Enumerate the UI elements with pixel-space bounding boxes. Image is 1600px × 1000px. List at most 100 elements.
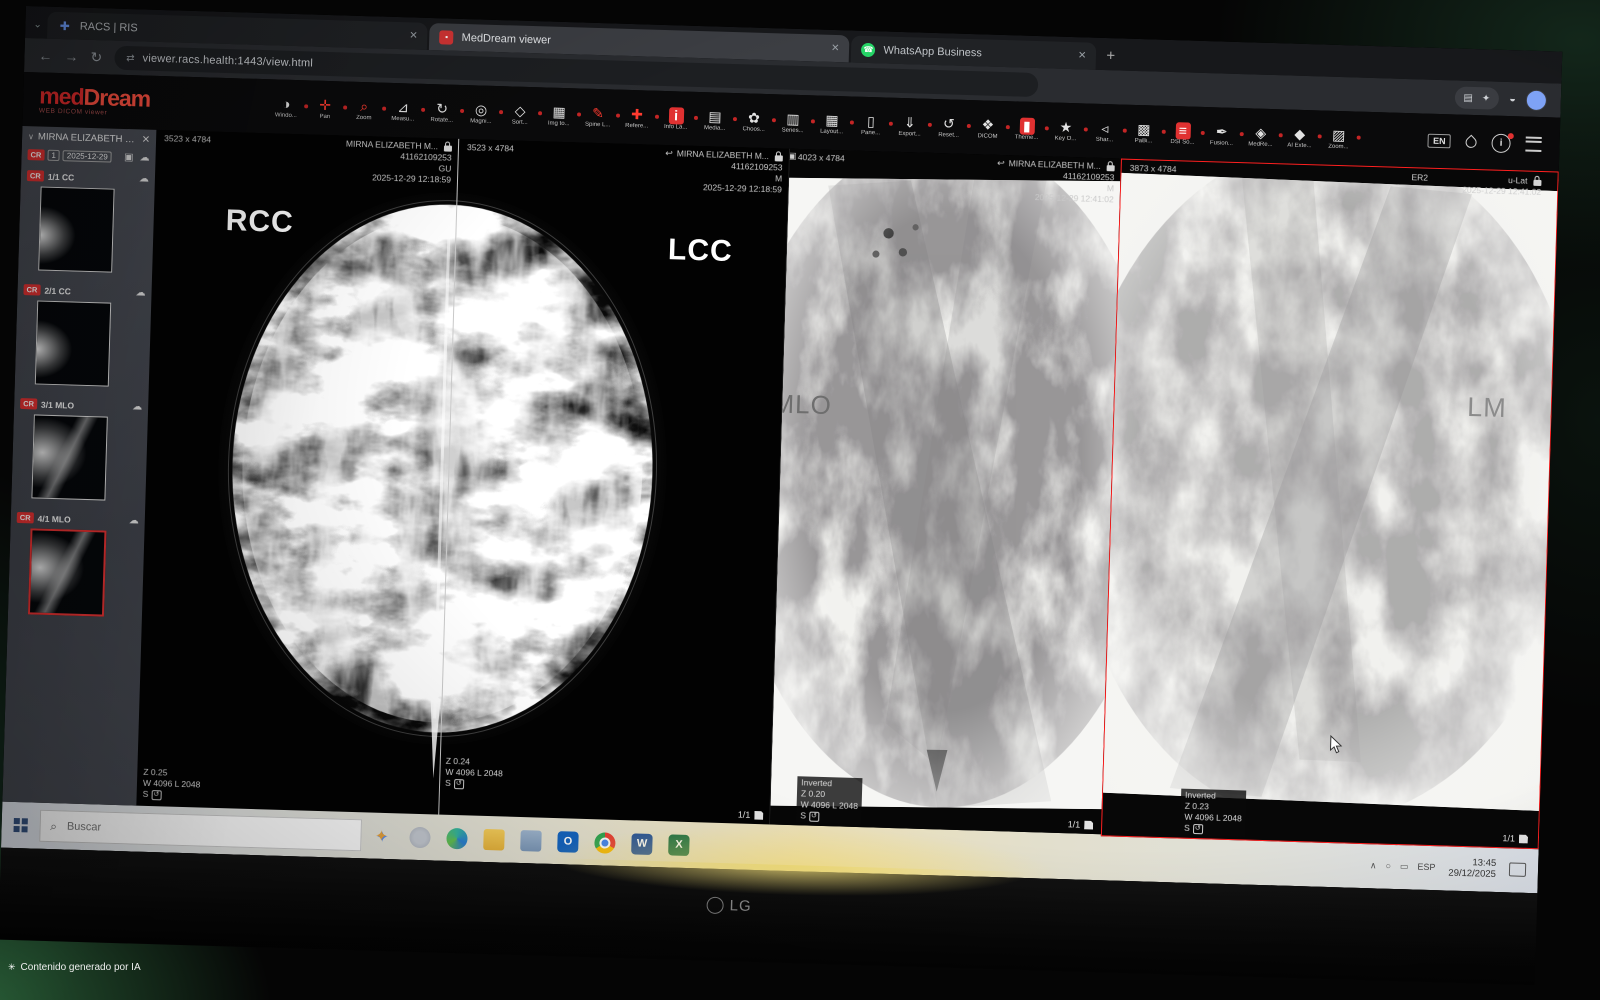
save-icon[interactable]: [1519, 834, 1528, 843]
toolbar-tool-button[interactable]: ▥ Series...: [776, 110, 811, 134]
taskbar-app-icon[interactable]: O: [557, 831, 579, 853]
taskbar-app-icon[interactable]: [594, 832, 616, 854]
theme-droplet-icon[interactable]: [1463, 134, 1479, 150]
reset-view-icon[interactable]: ↺: [454, 779, 464, 789]
reset-view-icon[interactable]: ↺: [151, 790, 161, 800]
reset-view-icon[interactable]: ↺: [809, 811, 819, 821]
toolbar-tool-button[interactable]: ✎ Spine L...: [581, 104, 616, 128]
taskbar-app-icon[interactable]: [446, 827, 468, 849]
tab-close-icon[interactable]: ✕: [409, 30, 418, 41]
extension-icon[interactable]: ◒: [1509, 93, 1516, 105]
collapse-chevron-icon[interactable]: ∨: [28, 132, 34, 141]
start-button[interactable]: [13, 818, 27, 832]
search-input[interactable]: [65, 820, 351, 842]
series-item[interactable]: CR 1/1 CC ☁: [18, 166, 155, 284]
series-thumbnail[interactable]: [31, 414, 107, 500]
series-item[interactable]: CR 2/1 CC ☁: [14, 280, 151, 398]
tray-status-icon[interactable]: ○: [1385, 861, 1391, 871]
toolbar-tool-button[interactable]: ✒ Fusion...: [1204, 123, 1239, 147]
toolbar-tool-button[interactable]: ▨ Zoom...: [1321, 126, 1356, 150]
clock[interactable]: 13:45 29/12/2025: [1448, 857, 1496, 880]
cloud-download-icon[interactable]: ☁: [139, 152, 149, 163]
keyboard-language[interactable]: ESP: [1417, 862, 1435, 873]
viewport-lcc[interactable]: 3523 x 4784 MIRNA ELIZABETH M... 4116210…: [439, 139, 790, 825]
toolbar-tool-button[interactable]: ◆ AI Exte...: [1282, 125, 1317, 149]
viewport-rmlo[interactable]: 4023 x 4784 ▣ MIRNA ELIZABETH M... 41162…: [770, 149, 1121, 835]
toolbar-tool-button[interactable]: ▦ Img to...: [542, 103, 577, 127]
toolbar-tool-button[interactable]: ⌕ Zoom: [347, 97, 382, 121]
tab-search-icon[interactable]: ⌄: [33, 19, 42, 30]
language-selector[interactable]: EN: [1428, 134, 1451, 149]
notification-center-icon[interactable]: [1509, 862, 1526, 876]
extension-icon[interactable]: ✦: [1482, 93, 1491, 104]
new-tab-button[interactable]: +: [1106, 47, 1115, 64]
taskbar-app-icon[interactable]: [520, 830, 542, 852]
series-item[interactable]: CR 3/1 MLO ☁: [11, 394, 148, 512]
toolbar-tool-button[interactable]: ▩ PaBi...: [1126, 120, 1161, 144]
toolbar-tool-button[interactable]: ◈ MedRe...: [1243, 124, 1278, 148]
toolbar-tool-button[interactable]: ↺ Reset...: [931, 114, 966, 138]
save-icon[interactable]: [1084, 820, 1093, 829]
toolbar-tool-button[interactable]: ★ Key O...: [1048, 118, 1083, 142]
info-icon[interactable]: i: [1491, 133, 1511, 153]
toolbar-tool-button[interactable]: ✚ Refere...: [620, 105, 655, 129]
site-info-icon[interactable]: ⇄: [126, 52, 135, 63]
tray-chevron-icon[interactable]: ∧: [1370, 860, 1377, 871]
toolbar-tool-button[interactable]: ◃ Shar...: [1087, 119, 1122, 143]
taskbar-search[interactable]: ⌕: [39, 810, 362, 852]
taskbar-app-icon[interactable]: X: [668, 834, 690, 856]
toolbar-tool-button[interactable]: ≡ DSI So...: [1165, 121, 1200, 145]
toolbar-tool-button[interactable]: ▤ Media...: [698, 107, 733, 131]
reload-icon[interactable]: ↻: [90, 48, 102, 65]
series-thumbnail[interactable]: [35, 300, 111, 386]
cloud-download-icon[interactable]: ☁: [139, 173, 149, 184]
cloud-download-icon[interactable]: ☁: [129, 515, 139, 526]
tab-close-icon[interactable]: ✕: [1078, 50, 1087, 61]
close-study-icon[interactable]: ✕: [142, 134, 151, 145]
tool-label: Sort...: [512, 119, 528, 125]
toolbar-tool-button[interactable]: ⇓ Export...: [893, 113, 928, 137]
menu-icon[interactable]: [1525, 136, 1541, 151]
tool-label: Layout...: [820, 128, 843, 135]
tool-icon: ◑: [282, 95, 291, 112]
toolbar-tool-button[interactable]: ◇ Sort...: [503, 102, 538, 126]
series-thumbnail[interactable]: [28, 528, 107, 616]
tray-status-icon[interactable]: ▭: [1400, 861, 1409, 872]
tool-icon: ✛: [319, 96, 331, 113]
tool-icon: ◎: [475, 101, 488, 118]
series-item[interactable]: CR 4/1 MLO ☁: [8, 508, 145, 628]
toolbar-tool-button[interactable]: ▮ Theme...: [1009, 117, 1044, 141]
toolbar-tool-button[interactable]: ↻ Rotate...: [425, 99, 460, 123]
toolbar-tool-button[interactable]: ❖ DICOM: [970, 116, 1005, 140]
tab-close-icon[interactable]: ✕: [831, 43, 840, 54]
taskbar-app-icon[interactable]: [483, 828, 505, 850]
toolbar-tool-button[interactable]: ✿ Choos...: [737, 109, 772, 133]
viewport-rcc[interactable]: 3523 x 4784 MIRNA ELIZABETH M... 4116210…: [136, 130, 459, 815]
extension-icon[interactable]: ▤: [1463, 92, 1473, 103]
profile-avatar[interactable]: [1526, 89, 1548, 111]
forward-icon[interactable]: →: [64, 48, 78, 64]
taskbar-apps: O W X: [409, 826, 689, 855]
toolbar-tool-button[interactable]: ▯ Pane...: [854, 112, 889, 136]
toolbar-tool-button[interactable]: i Info La...: [659, 106, 694, 130]
taskbar-app-icon[interactable]: W: [631, 833, 653, 855]
back-icon[interactable]: ←: [38, 47, 52, 63]
taskbar-app-icon[interactable]: [409, 826, 431, 848]
extensions-pill[interactable]: ▤ ✦: [1454, 86, 1499, 109]
tab-title: MedDream viewer: [461, 31, 823, 54]
reset-view-icon[interactable]: ↺: [1193, 823, 1203, 833]
viewport-lm-selected[interactable]: 3873 x 4784 ER2 u-Lat 2025-12-29 12:41:0…: [1101, 159, 1559, 850]
toolbar-tool-button[interactable]: ◎ Magni...: [464, 101, 499, 125]
cloud-download-icon[interactable]: ☁: [135, 287, 145, 298]
copilot-icon[interactable]: ✦: [375, 827, 388, 845]
compare-icon[interactable]: ▣: [124, 152, 134, 163]
save-icon[interactable]: [754, 810, 763, 819]
flip-icon: [665, 148, 673, 159]
series-thumbnail[interactable]: [38, 187, 114, 273]
toolbar-tool-button[interactable]: ✛ Pan: [308, 96, 343, 120]
toolbar-tool-button[interactable]: ▦ Layout...: [815, 111, 850, 135]
cloud-download-icon[interactable]: ☁: [132, 401, 142, 412]
toolbar-tool-button[interactable]: ◑ Windo...: [269, 95, 304, 119]
toolbar-tool-button[interactable]: ⊿ Measu...: [386, 98, 421, 122]
tool-icon: ▯: [867, 113, 875, 130]
